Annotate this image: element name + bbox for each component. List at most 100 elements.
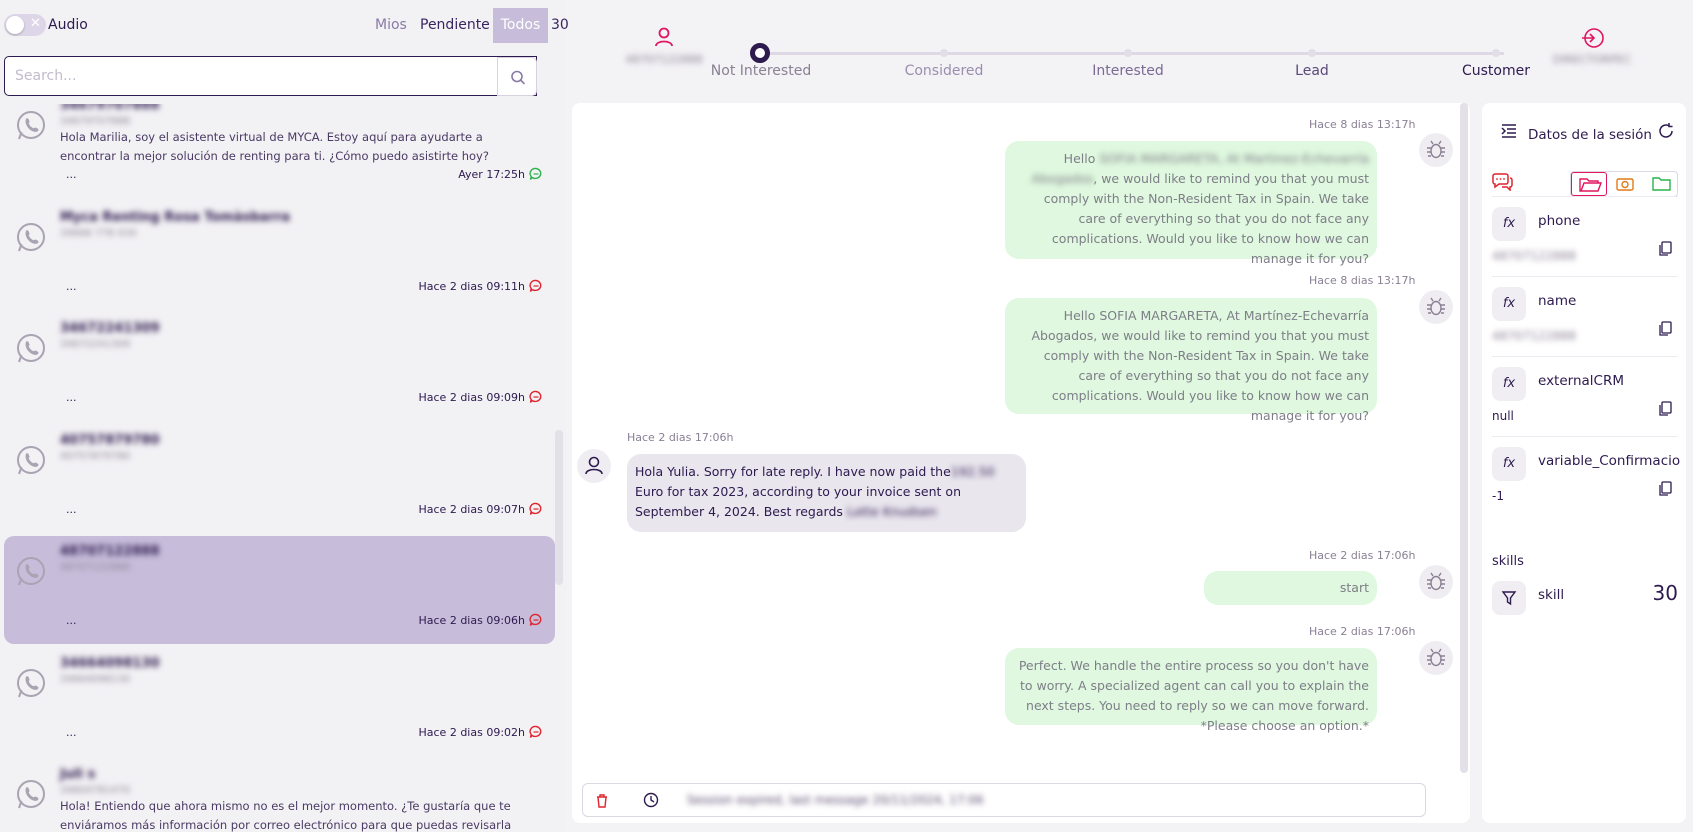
conversation-item[interactable]: 48707122888 48707122888... Hace 2 dias 09:… [4, 536, 555, 644]
folder-icon [1652, 177, 1671, 191]
folder-tabs [1570, 171, 1678, 197]
folder-open-icon [1579, 178, 1603, 192]
trash-icon[interactable] [595, 793, 609, 809]
skills-heading: skills [1492, 554, 1524, 569]
session-variable: fx phone 48707122888 [1492, 196, 1678, 276]
outgoing-message: start [1204, 571, 1377, 605]
list-indent-icon[interactable] [1500, 122, 1518, 140]
conversation-item[interactable]: 40757879780 40757879780... Hace 2 dias 09:… [4, 425, 555, 533]
contact-name: 48707122888 [60, 544, 160, 559]
variable-value: 48707122888 [1492, 329, 1576, 343]
search-input[interactable] [4, 56, 537, 96]
variable-name: phone [1538, 213, 1581, 229]
user-icon [585, 456, 603, 475]
message-text: start [1339, 580, 1369, 595]
ellipsis: ... [66, 168, 77, 181]
funnel-dot [1124, 49, 1132, 57]
panel-title: Datos de la sesión [1528, 127, 1652, 143]
contact-number: 34604781470 [60, 785, 130, 796]
list-toolbar: ✕ Audio Mios Pendiente Todos 30 [0, 8, 569, 43]
conversation-count: 30 [551, 17, 569, 33]
copy-icon[interactable] [1658, 481, 1672, 497]
refresh-icon[interactable] [1657, 122, 1675, 140]
message-time: Hace 8 dias 13:17h [1309, 274, 1416, 287]
funnel-dot [940, 49, 948, 57]
function-icon: fx [1492, 367, 1526, 401]
stage-lead[interactable]: Lead [1295, 63, 1329, 79]
contact-name: 40757879780 [60, 432, 160, 448]
chat-status-icon [529, 279, 542, 292]
contact-number: 34664098130 [60, 673, 130, 685]
copy-icon[interactable] [1658, 321, 1672, 337]
message-text: Perfect. We handle the entire process so… [1018, 658, 1369, 733]
open-folder-button[interactable] [1571, 172, 1607, 196]
contact-name: Myca Renting Rosa Tomàsbarra [60, 209, 291, 225]
user-icon [655, 27, 673, 47]
session-expired-notice: Session expired, last message 20/11/2024… [687, 793, 984, 807]
bot-avatar [1419, 133, 1453, 167]
session-variable: fx name 48707122888 [1492, 276, 1678, 356]
contact-number: 40757879780 [60, 450, 130, 462]
ellipsis: ... [66, 279, 77, 293]
folder-button[interactable] [1643, 172, 1679, 196]
message-text: Hola Yulia. Sorry for late reply. I have… [635, 464, 951, 479]
media-folder-button[interactable] [1607, 172, 1643, 196]
filter-pending-button[interactable]: Pendiente [415, 8, 495, 43]
message-text-redacted: 192.50 [950, 464, 995, 479]
conversation-item[interactable]: Juli s 34604781470 Hola! Entiendo que ahor… [4, 759, 555, 832]
conversation-item[interactable]: Myca Renting Rosa Tomàsbarra 34666 778 43… [4, 202, 555, 310]
stage-not-interested[interactable]: Not Interested [711, 63, 811, 79]
whatsapp-icon [17, 668, 45, 697]
whatsapp-icon [17, 780, 45, 809]
variable-value: -1 [1492, 489, 1504, 503]
message-preview: Hola! Entiendo que ahora mismo no es el … [60, 799, 512, 832]
chat-bubbles-icon[interactable] [1492, 171, 1514, 191]
toggle-knob [6, 16, 24, 34]
audio-toggle[interactable]: ✕ [4, 14, 46, 36]
contact-number: 34679707888 [60, 116, 130, 127]
chat-scrollbar[interactable] [1460, 103, 1468, 773]
copy-icon[interactable] [1658, 241, 1672, 257]
camera-folder-icon [1616, 178, 1634, 191]
message-time: Hace 2 dias 17:06h [1309, 549, 1416, 562]
message-time: Hace 8 dias 13:17h [1309, 118, 1416, 131]
conversation-item[interactable]: 34672241309 34672241309... Hace 2 dias 09:… [4, 313, 555, 421]
funnel-current-stage[interactable] [750, 43, 770, 63]
whatsapp-icon [17, 557, 45, 586]
message-text-redacted: Lotte Knudsen [842, 504, 937, 519]
bug-icon [1427, 572, 1445, 591]
search-button[interactable] [497, 57, 537, 96]
contact-number: 34672241309 [60, 339, 130, 350]
conversation-panel: ✕ Audio Mios Pendiente Todos 30 34679707… [0, 0, 569, 832]
filter-icon [1492, 581, 1526, 615]
conversation-item[interactable]: 34664098130 34664098130... Hace 2 dias 09:… [4, 648, 555, 756]
last-message-time: Hace 2 dias 09:07h [418, 502, 526, 516]
variable-name: name [1538, 293, 1577, 309]
conversation-item[interactable]: 34679707888 34679707888 Hola Marilia, soy … [4, 104, 555, 198]
chat-status-icon [529, 167, 542, 180]
ellipsis: ... [66, 725, 77, 739]
close-icon: ✕ [30, 16, 41, 31]
bot-avatar [1419, 565, 1453, 599]
chat-status-icon [529, 502, 542, 515]
copy-icon[interactable] [1658, 401, 1672, 417]
stage-customer[interactable]: Customer [1462, 63, 1530, 79]
function-icon: fx [1492, 447, 1526, 481]
filter-mine-button[interactable]: Mios [370, 8, 412, 43]
message-composer[interactable]: Session expired, last message 20/11/2024… [582, 783, 1426, 817]
ellipsis: ... [66, 502, 77, 516]
clock-icon[interactable] [643, 792, 659, 808]
last-message-time: Ayer 17:25h [458, 168, 525, 181]
search-icon [511, 70, 525, 85]
bug-icon [1427, 648, 1445, 667]
outgoing-message: Perfect. We handle the entire process so… [1005, 648, 1377, 733]
stage-interested[interactable]: Interested [1092, 63, 1163, 79]
bug-icon [1427, 140, 1445, 159]
chat-panel: Hace 8 dias 13:17h Hello SOFIA MARGARETA… [572, 103, 1470, 823]
contact-name: 34672241309 [60, 321, 160, 336]
stage-considered[interactable]: Considered [905, 63, 984, 79]
list-scrollbar[interactable] [555, 430, 563, 585]
chat-status-icon [529, 725, 542, 738]
filter-all-button[interactable]: Todos [493, 8, 548, 43]
chat-status-icon [529, 390, 542, 403]
